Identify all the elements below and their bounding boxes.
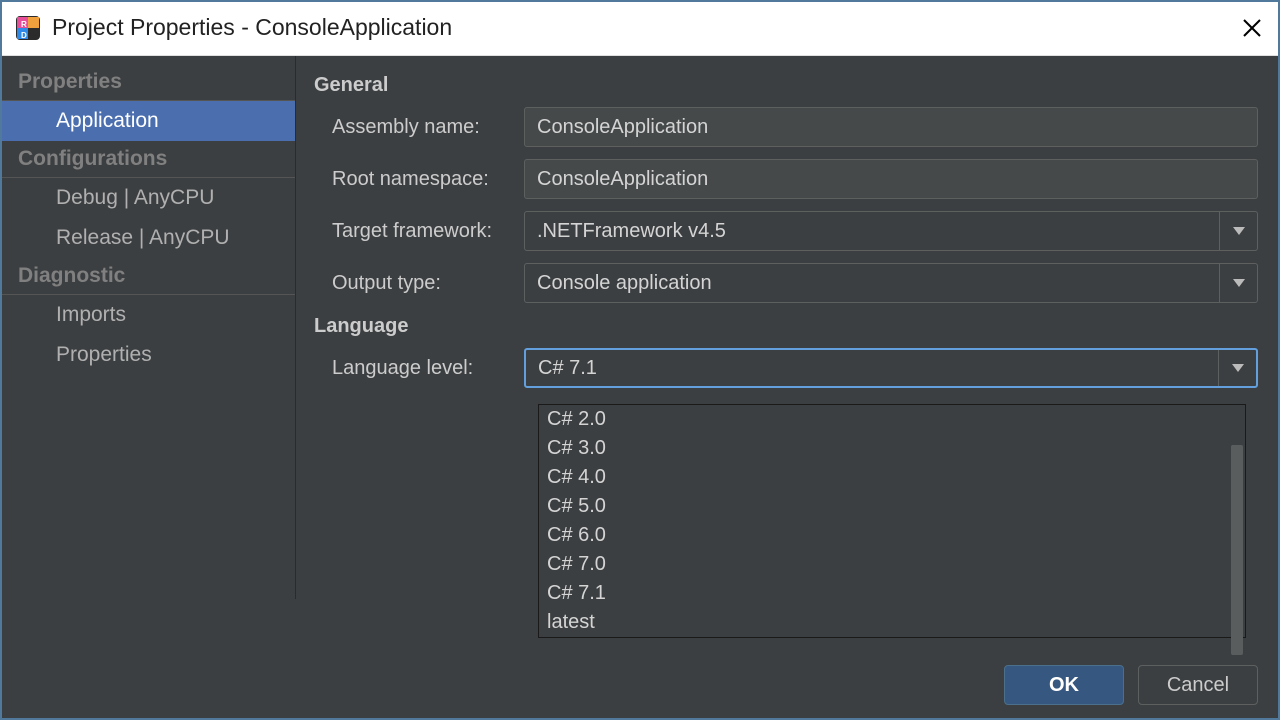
dropdown-option[interactable]: C# 4.0 [539,463,1245,492]
row-target-framework: Target framework: .NETFramework v4.5 [314,211,1258,251]
row-output-type: Output type: Console application [314,263,1258,303]
dropdown-option[interactable]: C# 7.1 [539,579,1245,608]
footer: OK Cancel [0,650,1280,720]
sidebar-item-release-anycpu[interactable]: Release | AnyCPU [0,218,295,258]
scrollbar[interactable] [1231,445,1243,655]
row-root-namespace: Root namespace: [314,159,1258,199]
sidebar-group-diagnostic[interactable]: Diagnostic [0,258,295,295]
cancel-button[interactable]: Cancel [1138,665,1258,705]
titlebar: R D Project Properties - ConsoleApplicat… [0,0,1280,56]
dropdown-option[interactable]: C# 5.0 [539,492,1245,521]
select-target-framework[interactable]: .NETFramework v4.5 [524,211,1258,251]
select-output-type[interactable]: Console application [524,263,1258,303]
select-language-level-value: C# 7.1 [526,357,1218,380]
label-assembly-name: Assembly name: [314,116,524,139]
dropdown-option[interactable]: C# 7.0 [539,550,1245,579]
section-general: General [314,74,1258,97]
label-output-type: Output type: [314,272,524,295]
sidebar-item-properties[interactable]: Properties [0,335,295,375]
label-target-framework: Target framework: [314,220,524,243]
input-assembly-name[interactable] [524,107,1258,147]
dropdown-option[interactable]: C# 2.0 [539,405,1245,434]
dropdown-option[interactable]: C# 3.0 [539,434,1245,463]
svg-text:D: D [21,31,27,40]
input-root-namespace[interactable] [524,159,1258,199]
chevron-down-icon [1219,212,1257,250]
chevron-down-icon [1219,264,1257,302]
sidebar-group-configurations[interactable]: Configurations [0,141,295,178]
sidebar-item-application[interactable]: Application [0,101,295,141]
ok-button[interactable]: OK [1004,665,1124,705]
label-language-level: Language level: [314,357,524,380]
window-title: Project Properties - ConsoleApplication [52,14,452,41]
sidebar-item-debug-anycpu[interactable]: Debug | AnyCPU [0,178,295,218]
svg-text:R: R [21,20,27,29]
row-assembly-name: Assembly name: [314,107,1258,147]
app-icon: R D [14,14,42,42]
section-language: Language [314,315,1258,338]
select-target-framework-value: .NETFramework v4.5 [525,220,1219,243]
row-language-level: Language level: C# 7.1 [314,348,1258,388]
select-language-level[interactable]: C# 7.1 [524,348,1258,388]
close-icon[interactable] [1238,14,1266,42]
sidebar-group-properties[interactable]: Properties [0,64,295,101]
dropdown-language-level: C# 2.0 C# 3.0 C# 4.0 C# 5.0 C# 6.0 C# 7.… [538,404,1246,638]
dropdown-option[interactable]: latest [539,608,1245,637]
sidebar-item-imports[interactable]: Imports [0,295,295,335]
sidebar: Properties Application Configurations De… [0,56,296,599]
dropdown-option[interactable]: C# 6.0 [539,521,1245,550]
label-root-namespace: Root namespace: [314,168,524,191]
select-output-type-value: Console application [525,272,1219,295]
chevron-down-icon [1218,350,1256,386]
